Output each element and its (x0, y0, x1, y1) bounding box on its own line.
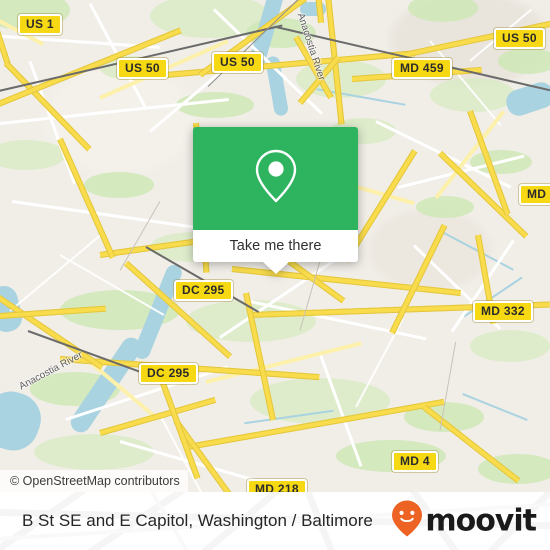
bottom-info-bar: B St SE and E Capitol, Washington / Balt… (0, 492, 550, 550)
take-me-there-button[interactable]: Take me there (193, 230, 358, 262)
popup-pointer-tail (262, 262, 289, 274)
park-area (430, 78, 516, 112)
park-area (498, 48, 550, 74)
road-shield-md-4[interactable]: MD 4 (392, 451, 438, 472)
road-shield-md-218[interactable]: MD 218 (247, 479, 307, 492)
location-popup-card[interactable]: Take me there (193, 127, 358, 274)
moovit-brand[interactable]: moovit (391, 500, 537, 543)
road-shield-dc-295[interactable]: DC 295 (174, 280, 233, 301)
road-shield-us-50[interactable]: US 50 (117, 58, 168, 79)
park-area (416, 196, 474, 218)
road-shield-dc-295[interactable]: DC 295 (139, 363, 198, 384)
road-shield-md-459[interactable]: MD 459 (392, 58, 452, 79)
osm-attribution: © OpenStreetMap contributors (0, 470, 188, 492)
park-area (84, 172, 154, 198)
map-pin-icon (253, 147, 299, 210)
moovit-wordmark: moovit (425, 503, 537, 538)
road-shield-us-50[interactable]: US 50 (212, 52, 263, 73)
road-shield-md-7[interactable]: MD 7 (519, 184, 550, 205)
road-shield-us-1[interactable]: US 1 (18, 14, 62, 35)
take-me-there-label: Take me there (229, 238, 322, 254)
location-title: B St SE and E Capitol, Washington / Balt… (22, 511, 373, 530)
park-area (34, 434, 154, 470)
road-shield-us-50[interactable]: US 50 (494, 28, 545, 49)
moovit-pin-smile-icon (391, 500, 423, 543)
road-shield-md-332[interactable]: MD 332 (473, 301, 533, 322)
park-area (470, 330, 550, 362)
popup-header (193, 127, 358, 230)
screenshot-root: Anacostia River Anacostia River US 1 US … (0, 0, 550, 550)
